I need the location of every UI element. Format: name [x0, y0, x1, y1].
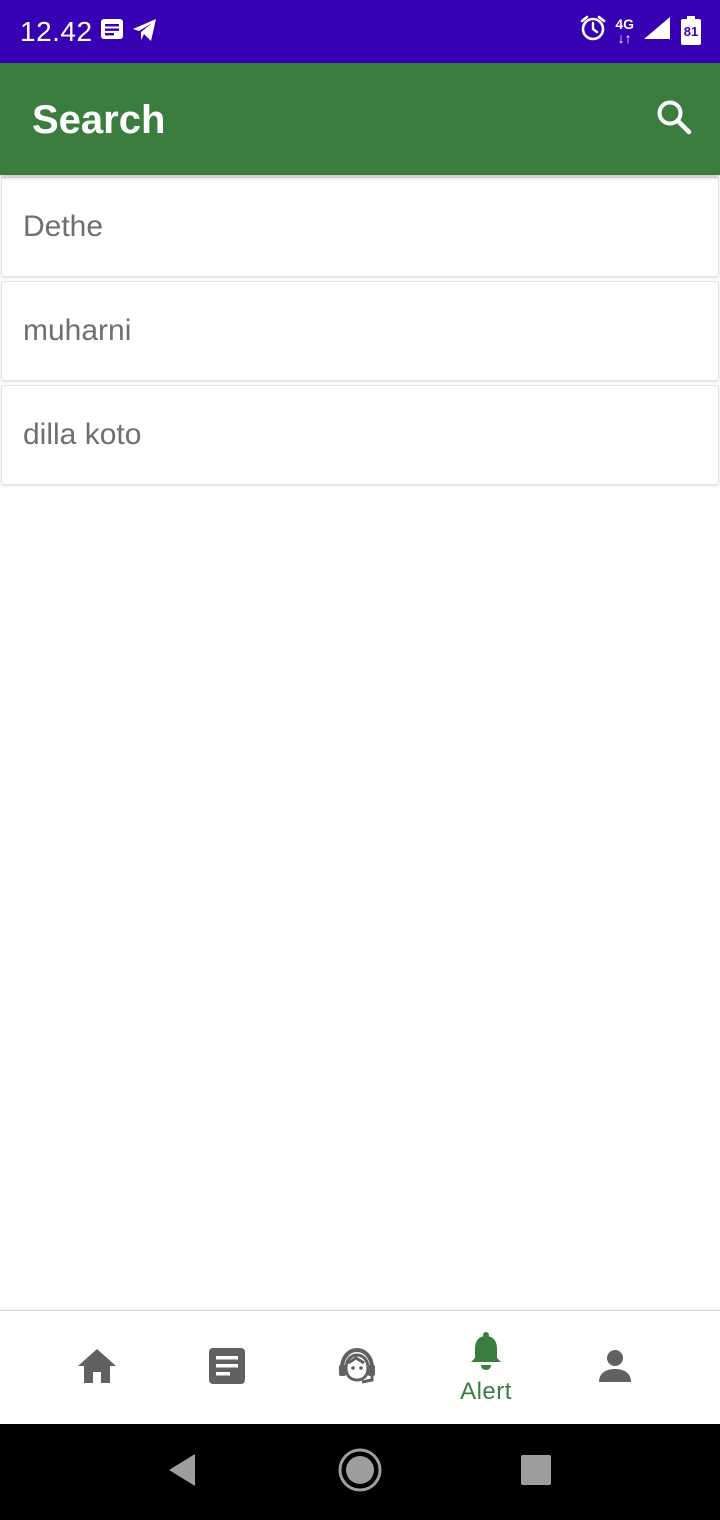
bell-icon — [468, 1331, 504, 1376]
list-item[interactable]: dilla koto — [1, 385, 719, 485]
screen: 12.42 4G ↓↑ 81 Search Dethe muharni dill… — [0, 0, 720, 1520]
nav-item-label: Alert — [460, 1377, 512, 1405]
person-icon — [596, 1347, 634, 1390]
network-type: 4G — [615, 15, 634, 32]
network-indicator: 4G ↓↑ — [615, 17, 634, 45]
search-button[interactable] — [652, 97, 696, 141]
status-time: 12.42 — [20, 16, 93, 47]
list-item-label: muharni — [23, 314, 132, 347]
app-bar: Search — [0, 63, 720, 175]
nav-item-alert[interactable]: Alert — [436, 1311, 536, 1425]
bottom-navigation: Alert — [0, 1310, 720, 1425]
telegram-icon — [132, 17, 158, 48]
list-item-label: dilla koto — [23, 418, 142, 451]
search-icon — [655, 98, 693, 141]
home-system-button[interactable] — [336, 1448, 384, 1496]
status-bar: 12.42 4G ↓↑ 81 — [0, 0, 720, 63]
list-item-label: Dethe — [23, 210, 104, 243]
article-icon — [208, 1347, 246, 1390]
status-system-icons: 4G ↓↑ 81 — [579, 14, 702, 47]
home-circle-icon — [337, 1447, 383, 1498]
status-notification-icons — [100, 17, 158, 48]
signal-icon — [642, 15, 672, 46]
nav-item-articles[interactable] — [177, 1311, 277, 1425]
message-icon — [100, 17, 124, 48]
recents-button[interactable] — [512, 1448, 560, 1496]
nav-item-home[interactable] — [47, 1311, 147, 1425]
recents-square-icon — [520, 1454, 552, 1491]
home-icon — [76, 1346, 118, 1391]
alarm-icon — [579, 14, 607, 47]
system-navigation-bar — [0, 1424, 720, 1520]
page-title: Search — [32, 98, 166, 142]
list-item[interactable]: Dethe — [1, 177, 719, 277]
data-arrows-icon: ↓↑ — [617, 29, 632, 46]
nav-item-support[interactable] — [307, 1311, 407, 1425]
back-triangle-icon — [165, 1452, 199, 1493]
battery-icon: 81 — [680, 15, 702, 46]
support-agent-icon — [336, 1346, 378, 1391]
list-item[interactable]: muharni — [1, 281, 719, 381]
result-list: Dethe muharni dilla koto — [1, 177, 719, 489]
back-button[interactable] — [158, 1448, 206, 1496]
battery-level: 81 — [683, 23, 699, 39]
nav-item-profile[interactable] — [565, 1311, 665, 1425]
